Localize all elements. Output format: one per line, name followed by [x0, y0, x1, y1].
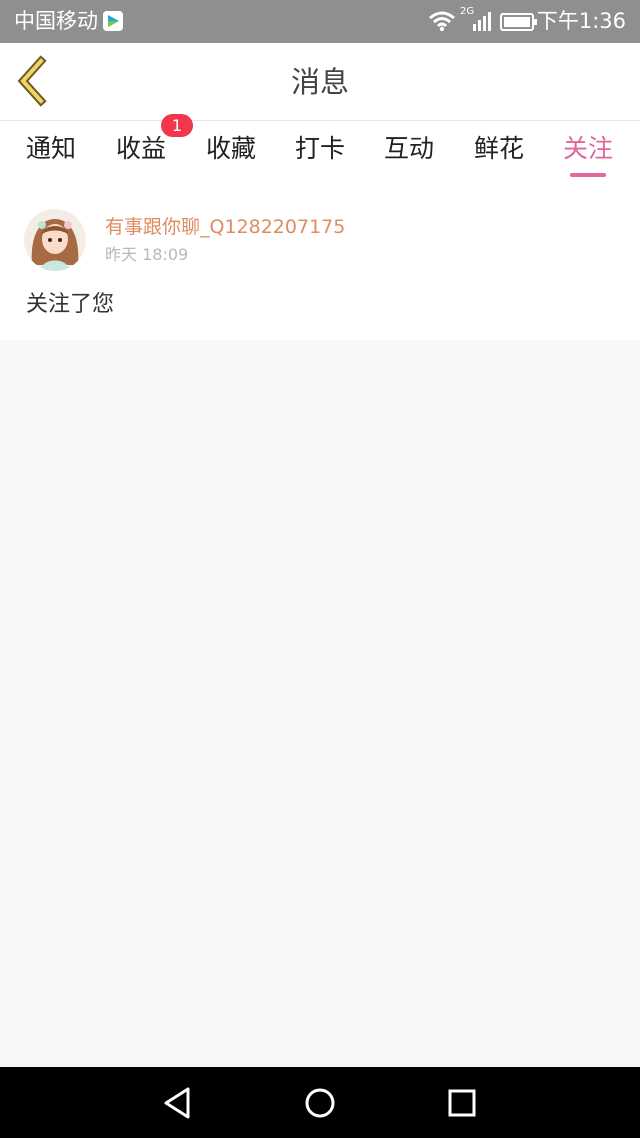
wifi-icon: [429, 11, 455, 32]
triangle-back-icon: [164, 1087, 190, 1119]
empty-content-area: [0, 340, 640, 1067]
tab-interaction[interactable]: 互动: [364, 121, 454, 181]
nav-home-button[interactable]: [296, 1079, 344, 1127]
circle-home-icon: [305, 1088, 335, 1118]
tab-bar: 通知 收益 收藏 打卡 互动 鲜花 关注: [0, 121, 640, 181]
message-item[interactable]: 有事跟你聊_Q1282207175 昨天 18:09 关注了您: [0, 181, 640, 340]
tab-label: 互动: [383, 134, 434, 163]
tab-follow[interactable]: 关注: [543, 121, 633, 181]
page-title: 消息: [290, 65, 349, 99]
tab-checkin[interactable]: 打卡: [275, 121, 365, 181]
nav-recent-button[interactable]: [438, 1079, 486, 1127]
message-timestamp: 昨天 18:09: [105, 245, 189, 264]
avatar-image: [24, 209, 86, 271]
tab-label: 打卡: [294, 134, 345, 163]
status-bar: 中国移动 2G 下午1:36: [0, 0, 640, 43]
system-nav-bar: [0, 1067, 640, 1138]
clock: 下午1:36: [536, 9, 626, 33]
income-count-badge: 1: [161, 114, 193, 137]
carrier-name: 中国移动: [14, 9, 98, 33]
message-text: 关注了您: [26, 292, 115, 317]
nav-back-button[interactable]: [154, 1079, 202, 1127]
tab-label: 收益: [115, 134, 166, 163]
app-header: 消息: [0, 43, 640, 121]
tab-notice[interactable]: 通知: [6, 121, 96, 181]
tab-label: 关注: [562, 134, 613, 163]
square-recent-icon: [448, 1089, 476, 1117]
tab-label: 鲜花: [473, 134, 524, 163]
battery-icon: [500, 13, 537, 31]
message-username[interactable]: 有事跟你聊_Q1282207175: [105, 215, 345, 239]
active-tab-indicator: [570, 173, 606, 177]
tab-flowers[interactable]: 鲜花: [454, 121, 544, 181]
app-icon: [103, 11, 123, 31]
tab-label: 收藏: [205, 134, 256, 163]
tab-favorites[interactable]: 收藏: [186, 121, 276, 181]
signal-icon: [473, 12, 491, 31]
tab-label: 通知: [25, 134, 76, 163]
avatar[interactable]: [24, 209, 86, 271]
